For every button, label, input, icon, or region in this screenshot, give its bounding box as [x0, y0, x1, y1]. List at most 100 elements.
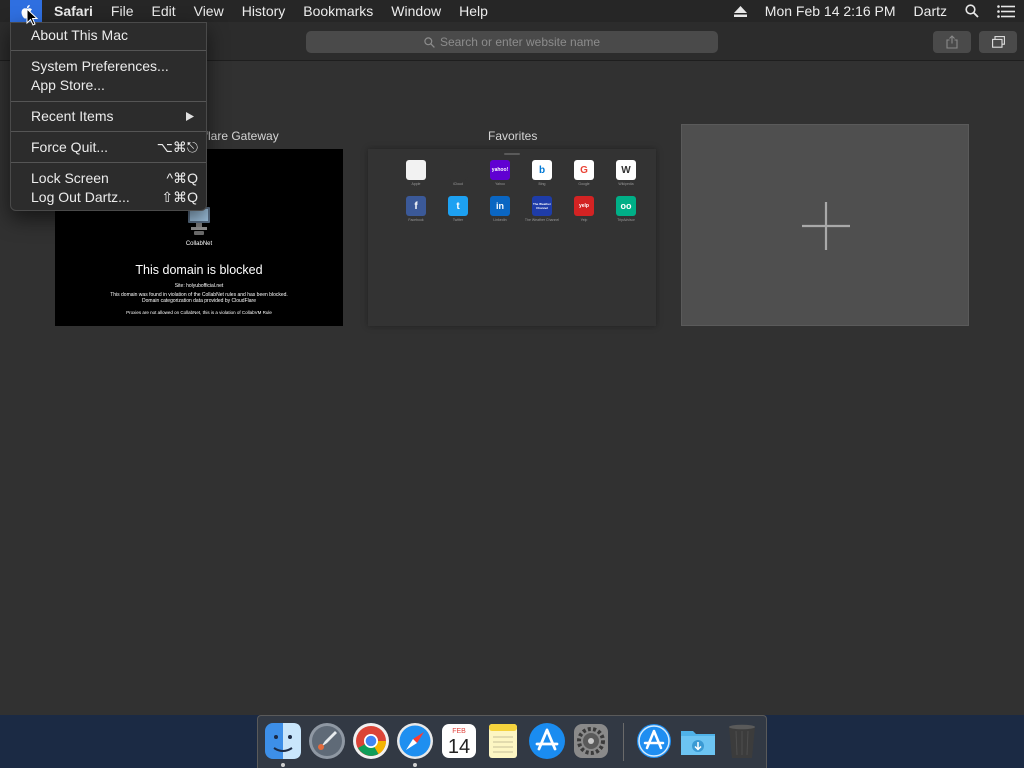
- menu-edit[interactable]: Edit: [142, 0, 184, 22]
- favorite-label: TripAdvisor: [617, 218, 635, 222]
- apple-icon: [448, 160, 468, 180]
- lock-screen-label: Lock Screen: [31, 170, 109, 186]
- favorite-label: Yelp: [580, 218, 588, 222]
- favorite-item[interactable]: W Wikipedia: [605, 160, 647, 186]
- dock-app-store[interactable]: [528, 722, 566, 760]
- favorites-tile[interactable]: Apple iCloud yahoo! Yahoo b Bing G Google W Wikip…: [368, 149, 656, 326]
- menu-clock[interactable]: Mon Feb 14 2:16 PM: [765, 0, 896, 22]
- address-bar[interactable]: Search or enter website name: [306, 31, 718, 53]
- favorite-item[interactable]: yelp Yelp: [563, 196, 605, 222]
- favorite-label: Yahoo: [495, 182, 505, 186]
- menu-view[interactable]: View: [185, 0, 233, 22]
- address-placeholder: Search or enter website name: [439, 35, 601, 49]
- menu-recent-items[interactable]: Recent Items: [11, 107, 206, 126]
- bing-icon: b: [532, 160, 552, 180]
- favorites-handle: [504, 153, 520, 155]
- app-store-icon: [529, 723, 565, 759]
- favorites-tile-title: Favorites: [488, 129, 538, 143]
- favorite-item[interactable]: b Bing: [521, 160, 563, 186]
- dock-safari[interactable]: [396, 722, 434, 760]
- menu-lock-screen[interactable]: Lock Screen ^⌘Q: [11, 169, 206, 188]
- wikipedia-icon: W: [616, 160, 636, 180]
- dock-system-preferences[interactable]: [572, 722, 610, 760]
- log-out-label: Log Out Dartz...: [31, 189, 130, 205]
- notification-center-icon[interactable]: [997, 4, 1015, 18]
- menu-window[interactable]: Window: [382, 0, 450, 22]
- blocked-description: This domain was found in violation of th…: [110, 292, 288, 304]
- gateway-tile-title: lflare Gateway: [202, 129, 279, 143]
- calendar-month: FEB: [452, 728, 466, 735]
- running-indicator: [281, 763, 285, 767]
- dock-downloads-folder[interactable]: [679, 722, 717, 760]
- dock-chrome[interactable]: [352, 722, 390, 760]
- share-button[interactable]: [933, 31, 971, 53]
- menu-log-out[interactable]: Log Out Dartz... ⇧⌘Q: [11, 188, 206, 207]
- eject-icon[interactable]: [733, 5, 747, 17]
- new-tab-tile[interactable]: [681, 124, 969, 326]
- menu-force-quit[interactable]: Force Quit... ⌥⌘⎋: [11, 138, 206, 157]
- menu-safari[interactable]: Safari: [42, 0, 102, 22]
- menu-history[interactable]: History: [233, 0, 295, 22]
- linkedin-icon: in: [490, 196, 510, 216]
- menu-separator: [11, 101, 206, 102]
- favorite-item[interactable]: yahoo! Yahoo: [479, 160, 521, 186]
- dock-finder[interactable]: [264, 722, 302, 760]
- system-preferences-icon: [574, 724, 608, 758]
- favorite-item[interactable]: G Google: [563, 160, 605, 186]
- dock-applications-folder[interactable]: [635, 722, 673, 760]
- dock: FEB 14: [257, 715, 767, 768]
- tripadvisor-icon: oo: [616, 196, 636, 216]
- favorite-item[interactable]: Apple: [395, 160, 437, 186]
- menu-bar: Safari File Edit View History Bookmarks …: [0, 0, 1024, 22]
- yahoo-icon: yahoo!: [490, 160, 510, 180]
- menu-help[interactable]: Help: [450, 0, 497, 22]
- favorite-item[interactable]: iCloud: [437, 160, 479, 186]
- spotlight-search-icon[interactable]: [965, 4, 979, 18]
- share-icon: [946, 35, 958, 49]
- calendar-icon: FEB 14: [442, 724, 476, 758]
- twitter-icon: t: [448, 196, 468, 216]
- search-icon: [424, 36, 435, 48]
- submenu-arrow-icon: [186, 112, 194, 121]
- weather-channel-icon: The Weather Channel: [532, 196, 552, 216]
- favorite-item[interactable]: in LinkedIn: [479, 196, 521, 222]
- dock-calendar[interactable]: FEB 14: [440, 722, 478, 760]
- favorite-label: Twitter: [452, 218, 464, 222]
- tab-overview-button[interactable]: [979, 31, 1017, 53]
- applications-folder-icon: [637, 724, 671, 758]
- finder-icon: [265, 723, 301, 759]
- launchpad-icon: [309, 723, 345, 759]
- mouse-cursor-icon: [26, 8, 38, 26]
- favorite-label: Facebook: [408, 218, 424, 222]
- favorite-item[interactable]: oo TripAdvisor: [605, 196, 647, 222]
- downloads-folder-icon: [681, 731, 715, 755]
- menu-user[interactable]: Dartz: [914, 0, 947, 22]
- safari-icon: [397, 723, 433, 759]
- facebook-icon: f: [406, 196, 426, 216]
- menu-app-store[interactable]: App Store...: [11, 76, 206, 95]
- favorite-item[interactable]: t Twitter: [437, 196, 479, 222]
- favorites-grid: Apple iCloud yahoo! Yahoo b Bing G Google W Wikip…: [395, 160, 636, 222]
- app-store-label: App Store...: [31, 77, 105, 93]
- force-quit-shortcut: ⌥⌘⎋: [156, 139, 198, 155]
- favorite-item[interactable]: f Facebook: [395, 196, 437, 222]
- force-quit-label: Force Quit...: [31, 139, 109, 155]
- menu-bookmarks[interactable]: Bookmarks: [294, 0, 382, 22]
- dock-notes[interactable]: [484, 722, 522, 760]
- menu-separator: [11, 162, 206, 163]
- menu-about-this-mac[interactable]: About This Mac: [11, 26, 206, 45]
- favorite-label: Google: [578, 182, 590, 186]
- calendar-day: 14: [448, 736, 470, 758]
- dock-separator: [623, 723, 624, 761]
- dock-trash[interactable]: [723, 722, 761, 760]
- system-preferences-label: System Preferences...: [31, 58, 169, 74]
- dock-launchpad[interactable]: [308, 722, 346, 760]
- apple-icon: [406, 160, 426, 180]
- menu-separator: [11, 50, 206, 51]
- favorite-label: iCloud: [453, 182, 463, 186]
- yelp-icon: yelp: [574, 196, 594, 216]
- menu-system-preferences[interactable]: System Preferences...: [11, 57, 206, 76]
- menu-separator: [11, 131, 206, 132]
- favorite-item[interactable]: The Weather Channel The Weather Channel: [521, 196, 563, 222]
- menu-file[interactable]: File: [102, 0, 143, 22]
